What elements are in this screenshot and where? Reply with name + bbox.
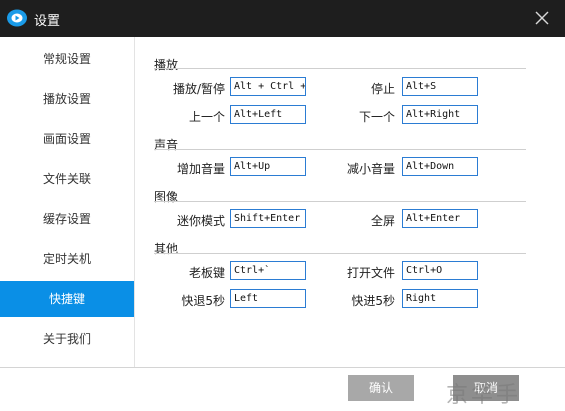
app-logo-icon (7, 9, 27, 27)
stop-label: 停止 (370, 82, 395, 96)
volume-down-label: 减小音量 (346, 162, 395, 176)
sidebar-item-playback[interactable]: 播放设置 (0, 81, 134, 117)
next-hotkey-input[interactable]: Alt+Right (402, 105, 478, 124)
section-title-other: 其他 (154, 242, 179, 256)
section-title-sound: 声音 (154, 138, 179, 152)
sidebar-item-hotkeys[interactable]: 快捷键 (0, 281, 134, 317)
sidebar-item-timer-shutdown[interactable]: 定时关机 (0, 241, 134, 277)
previous-label: 上一个 (188, 110, 225, 124)
next-label: 下一个 (358, 110, 395, 124)
section-divider (154, 201, 526, 202)
play-pause-label: 播放/暂停 (172, 82, 225, 96)
sidebar-item-file-association[interactable]: 文件关联 (0, 161, 134, 197)
forward-5s-hotkey-input[interactable]: Right (402, 289, 478, 308)
section-divider (154, 68, 526, 69)
close-icon[interactable] (531, 7, 553, 29)
rewind-5s-label: 快退5秒 (181, 294, 225, 308)
open-file-label: 打开文件 (346, 266, 395, 280)
sidebar-item-about[interactable]: 关于我们 (0, 321, 134, 357)
title-bar: 设置 (0, 0, 565, 37)
window-title: 设置 (34, 14, 61, 29)
open-file-hotkey-input[interactable]: Ctrl+O (402, 261, 478, 280)
volume-up-label: 增加音量 (176, 162, 225, 176)
fullscreen-label: 全屏 (370, 214, 395, 228)
forward-5s-label: 快进5秒 (351, 294, 395, 308)
section-title-image: 图像 (154, 190, 179, 204)
section-divider (154, 149, 526, 150)
volume-down-hotkey-input[interactable]: Alt+Down (402, 157, 478, 176)
boss-key-label: 老板键 (188, 266, 225, 280)
hotkey-settings-panel: 播放 播放/暂停 Alt + Ctrl + 停止 Alt+S 上一个 Alt+L… (136, 37, 565, 367)
mini-mode-label: 迷你模式 (176, 214, 225, 228)
section-title-playback: 播放 (154, 58, 179, 72)
stop-hotkey-input[interactable]: Alt+S (402, 77, 478, 96)
sidebar-item-general[interactable]: 常规设置 (0, 41, 134, 77)
section-divider (154, 253, 526, 254)
sidebar-item-cache[interactable]: 缓存设置 (0, 201, 134, 237)
watermark: 京华手 (446, 383, 522, 408)
confirm-button[interactable]: 确认 (348, 375, 414, 401)
sidebar-item-display[interactable]: 画面设置 (0, 121, 134, 157)
fullscreen-hotkey-input[interactable]: Alt+Enter (402, 209, 478, 228)
